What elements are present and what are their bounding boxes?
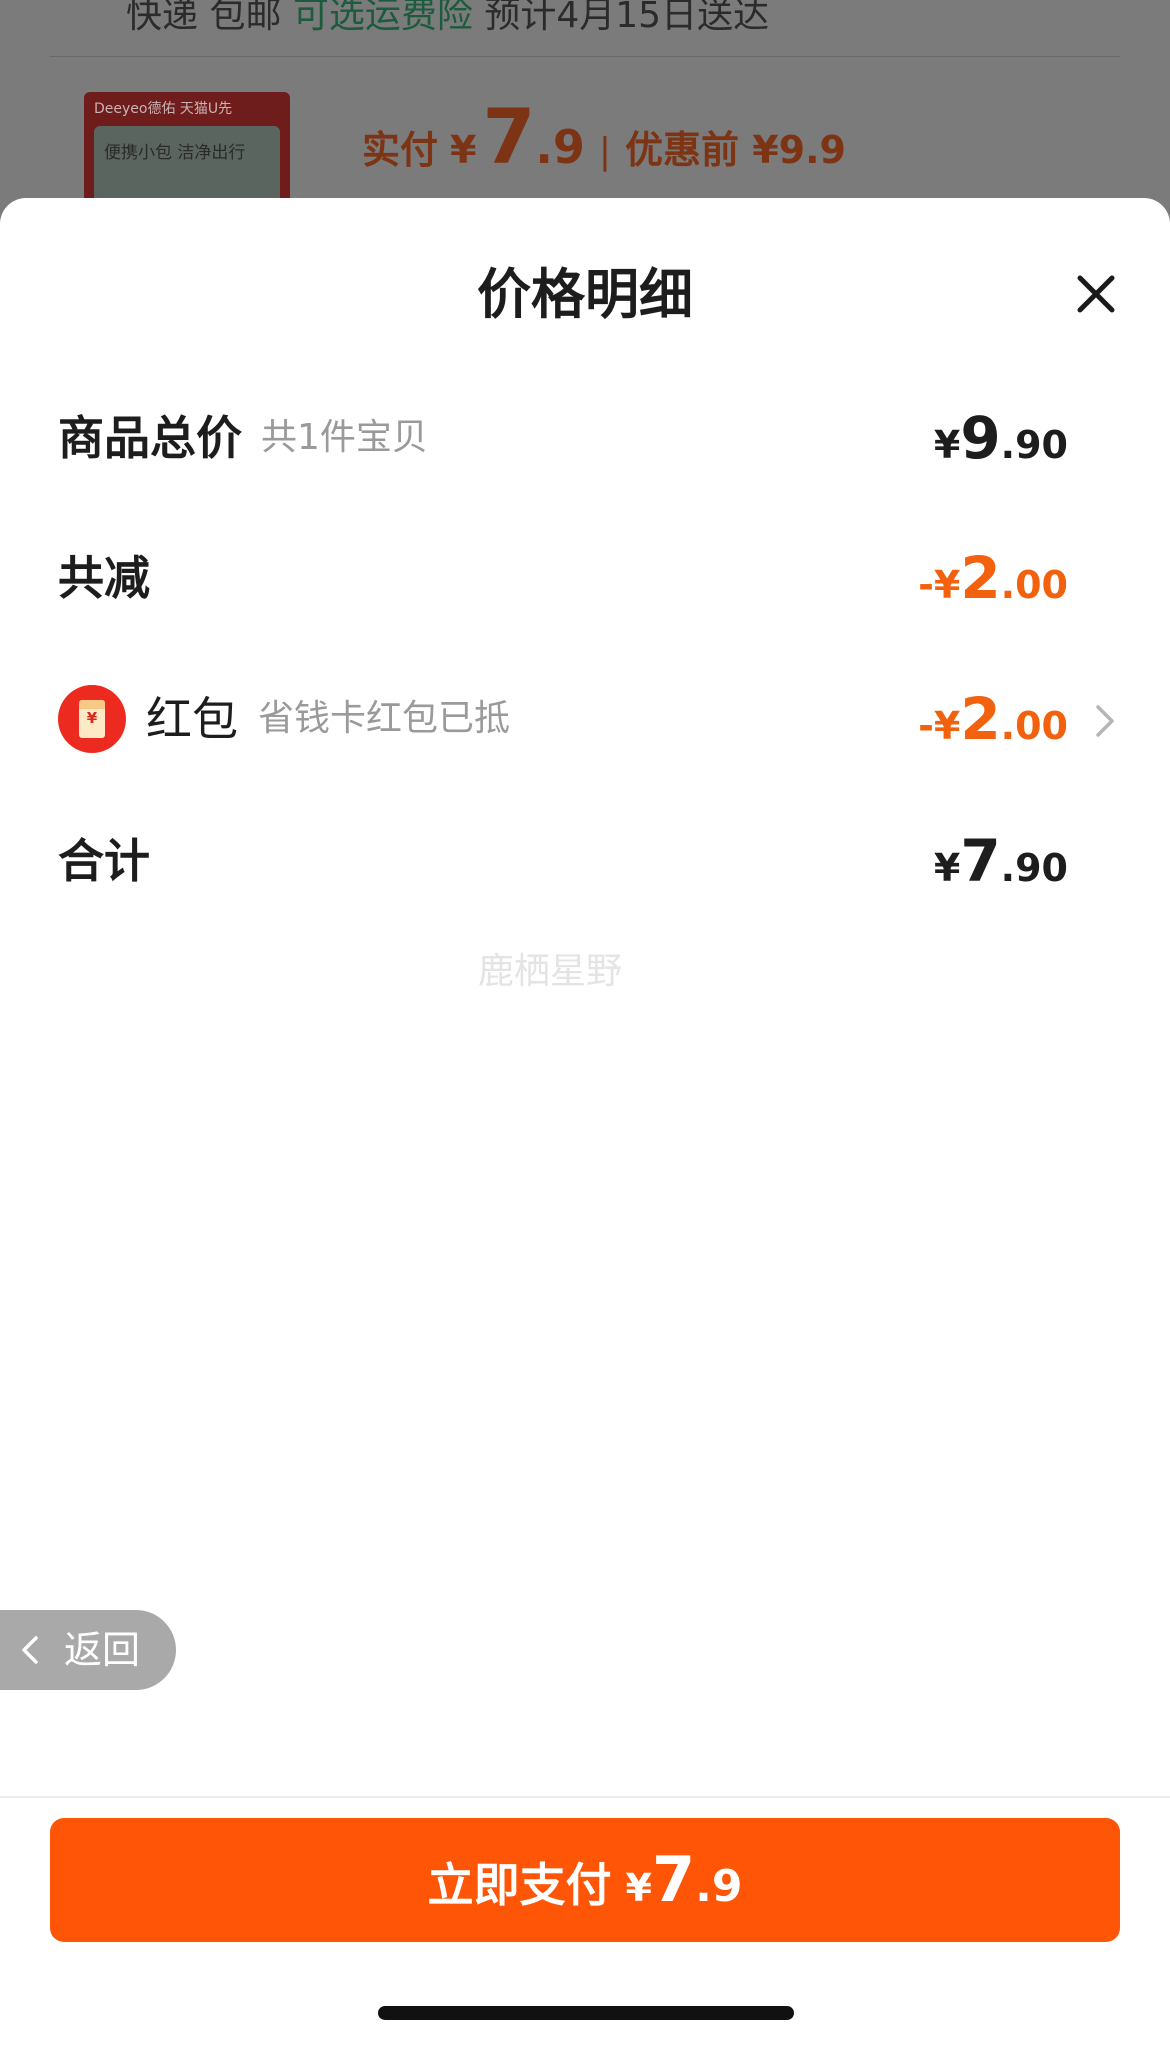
subtotal-label: 商品总价: [58, 411, 242, 465]
red-packet-amount: -¥ 2 .00: [918, 679, 1068, 759]
original-price: 优惠前 ¥9.9: [624, 128, 846, 172]
red-packet-row[interactable]: ¥ 红包 省钱卡红包已抵 -¥ 2 .00: [58, 679, 1114, 759]
amount-currency: -¥: [918, 704, 961, 748]
red-packet-note: 省钱卡红包已抵: [258, 698, 511, 739]
item-count: 共1件宝贝: [261, 417, 428, 458]
amount-decimal: .90: [1000, 423, 1068, 467]
shipping-insurance-link[interactable]: 可选运费险: [293, 0, 473, 36]
total-label: 合计: [58, 834, 150, 888]
total-row: 合计 ¥ 7 .90: [58, 821, 1068, 901]
chevron-right-icon[interactable]: [1094, 703, 1116, 739]
pay-integer: 7: [651, 1843, 696, 1916]
footer-divider: [0, 1796, 1170, 1798]
paid-price-summary: 实付 ¥ 7 .9 | 优惠前 ¥9.9: [362, 92, 846, 181]
pay-decimal: .9: [695, 1861, 743, 1912]
amount-decimal: .90: [1000, 846, 1068, 890]
paid-currency: ¥: [450, 128, 477, 172]
amount-integer: 9: [960, 404, 1001, 472]
discount-row: 共减 -¥ 2 .00: [58, 538, 1068, 618]
home-indicator[interactable]: [378, 2006, 794, 2020]
paid-decimal: .9: [535, 120, 585, 174]
amount-currency: ¥: [933, 846, 961, 890]
price-separator: |: [598, 131, 611, 172]
watermark: 鹿栖星野: [477, 951, 622, 992]
amount-currency: ¥: [933, 423, 961, 467]
shipping-info: 快递 包邮 可选运费险 预计4月15日送达: [126, 0, 769, 38]
envelope-flap: [79, 700, 105, 709]
subtotal-row: 商品总价 共1件宝贝 ¥ 9 .90: [58, 398, 1068, 478]
amount-integer: 2: [960, 685, 1001, 753]
paid-label: 实付: [362, 128, 439, 172]
divider: [50, 56, 1120, 57]
red-packet-icon: ¥: [58, 685, 126, 753]
discount-label: 共减: [58, 551, 150, 605]
amount-decimal: .00: [1000, 704, 1068, 748]
amount-currency: -¥: [918, 563, 961, 607]
total-amount: ¥ 7 .90: [934, 821, 1068, 901]
amount-integer: 7: [960, 827, 1001, 895]
pay-currency: ¥: [625, 1866, 652, 1910]
amount-decimal: .00: [1000, 563, 1068, 607]
thumbnail-caption: 便携小包 洁净出行: [104, 143, 246, 163]
back-button[interactable]: 返回: [0, 1610, 176, 1690]
back-button-label: 返回: [64, 1628, 141, 1672]
red-packet-label: 红包: [146, 692, 238, 746]
thumbnail-brand-text: Deeyeo德佑 天猫U先: [94, 101, 233, 117]
pay-button-label: 立即支付: [427, 1858, 612, 1912]
checkout-page: 快递 包邮 可选运费险 预计4月15日送达 Deeyeo德佑 天猫U先 便携小包…: [0, 0, 1170, 2045]
pay-now-button[interactable]: 立即支付 ¥ 7 .9: [50, 1818, 1120, 1942]
close-icon[interactable]: [1072, 270, 1120, 318]
amount-integer: 2: [960, 544, 1001, 612]
envelope-yen: ¥: [86, 709, 98, 727]
shipping-method: 快递 包邮: [126, 0, 282, 36]
price-detail-sheet: 价格明细 商品总价 共1件宝贝 ¥ 9 .90 共减 -¥ 2 .00 ¥ 红包…: [0, 198, 1170, 2045]
paid-integer: 7: [482, 92, 536, 181]
chevron-left-icon: [22, 1636, 38, 1664]
delivery-estimate: 预计4月15日送达: [484, 0, 770, 36]
subtotal-amount: ¥ 9 .90: [934, 398, 1068, 478]
product-thumbnail: Deeyeo德佑 天猫U先 便携小包 洁净出行: [84, 92, 290, 212]
sheet-title: 价格明细: [477, 263, 693, 326]
order-summary-background: 快递 包邮 可选运费险 预计4月15日送达 Deeyeo德佑 天猫U先 便携小包…: [0, 0, 1170, 220]
discount-amount: -¥ 2 .00: [918, 538, 1068, 618]
